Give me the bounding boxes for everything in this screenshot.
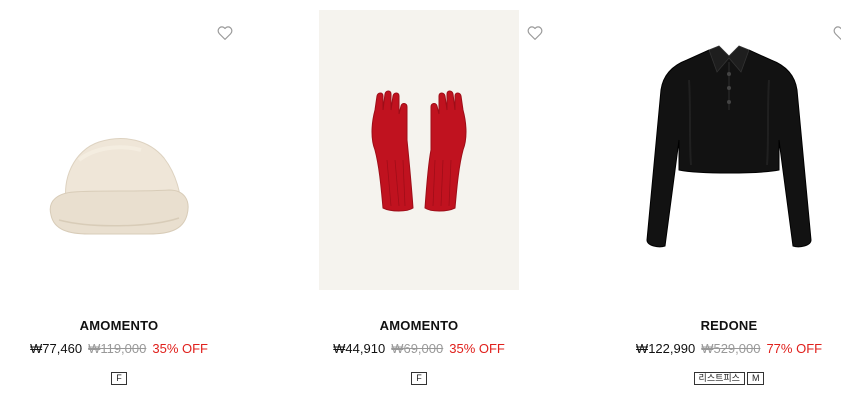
- red-gloves-image: [371, 90, 467, 212]
- price-row: ₩77,460 ₩119,000 35% OFF: [9, 341, 229, 356]
- label-tag: 리스트피스: [693, 372, 745, 385]
- product-card[interactable]: REDONE ₩122,990 ₩529,000 77% OFF 리스트피스 M: [619, 0, 841, 405]
- original-price: ₩529,000: [701, 341, 761, 356]
- heart-outline-icon[interactable]: [526, 24, 544, 42]
- product-image-hat[interactable]: [19, 10, 219, 290]
- size-tag: M: [746, 372, 765, 385]
- original-price: ₩69,000: [391, 341, 444, 356]
- price-row: ₩122,990 ₩529,000 77% OFF: [619, 341, 839, 356]
- product-card[interactable]: AMOMENTO ₩77,460 ₩119,000 35% OFF F: [9, 0, 233, 405]
- original-price: ₩119,000: [88, 341, 147, 356]
- heart-outline-icon[interactable]: [216, 24, 234, 42]
- black-polo-top-image: [646, 45, 812, 248]
- heart-outline-icon[interactable]: [832, 24, 841, 42]
- product-card[interactable]: AMOMENTO ₩44,910 ₩69,000 35% OFF F: [309, 0, 543, 405]
- product-image-top[interactable]: [629, 10, 829, 290]
- sale-price: ₩44,910: [333, 341, 386, 356]
- product-brand[interactable]: AMOMENTO: [309, 318, 529, 333]
- size-tag: F: [111, 372, 127, 385]
- product-brand[interactable]: REDONE: [619, 318, 839, 333]
- size-tags: 리스트피스 M: [619, 372, 839, 385]
- sale-price: ₩77,460: [30, 341, 83, 356]
- bucket-hat-image: [49, 138, 189, 235]
- price-row: ₩44,910 ₩69,000 35% OFF: [309, 341, 529, 356]
- product-brand[interactable]: AMOMENTO: [9, 318, 229, 333]
- size-tags: F: [309, 372, 529, 385]
- size-tag: F: [411, 372, 427, 385]
- discount-rate: 35% OFF: [152, 341, 208, 356]
- product-image-gloves[interactable]: [319, 10, 519, 290]
- size-tags: F: [9, 372, 229, 385]
- discount-rate: 77% OFF: [766, 341, 823, 356]
- sale-price: ₩122,990: [635, 341, 696, 356]
- discount-rate: 35% OFF: [449, 341, 505, 356]
